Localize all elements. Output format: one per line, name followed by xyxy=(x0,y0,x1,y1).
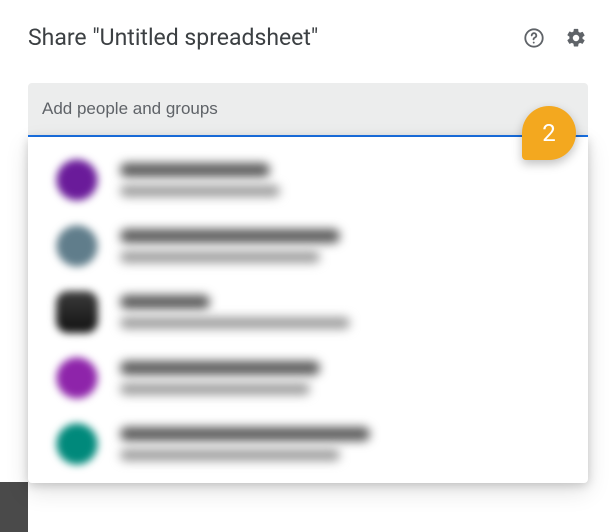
person-email-blur xyxy=(120,383,310,395)
person-text xyxy=(120,295,350,329)
list-item[interactable] xyxy=(28,411,588,477)
list-item[interactable] xyxy=(28,213,588,279)
person-name-blur xyxy=(120,229,340,243)
step-number: 2 xyxy=(542,119,556,147)
person-text xyxy=(120,229,340,263)
person-name-blur xyxy=(120,163,270,177)
avatar xyxy=(56,357,98,399)
person-text xyxy=(120,163,280,197)
help-icon[interactable] xyxy=(522,26,546,50)
person-name-blur xyxy=(120,295,210,309)
add-people-input[interactable] xyxy=(28,83,588,137)
avatar xyxy=(56,423,98,465)
people-input-wrap xyxy=(28,83,588,137)
avatar xyxy=(56,225,98,267)
dialog-header: Share "Untitled spreadsheet" xyxy=(0,0,616,59)
gear-icon[interactable] xyxy=(564,26,588,50)
dialog-title: Share "Untitled spreadsheet" xyxy=(28,24,318,51)
person-email-blur xyxy=(120,251,320,263)
person-email-blur xyxy=(120,449,340,461)
background-strip xyxy=(0,482,28,532)
person-name-blur xyxy=(120,427,370,441)
person-email-blur xyxy=(120,185,280,197)
list-item[interactable] xyxy=(28,147,588,213)
avatar xyxy=(56,291,98,333)
list-item[interactable] xyxy=(28,279,588,345)
people-suggestions xyxy=(28,137,588,483)
person-text xyxy=(120,427,370,461)
step-callout: 2 xyxy=(522,106,576,160)
header-actions xyxy=(522,26,588,50)
person-email-blur xyxy=(120,317,350,329)
person-text xyxy=(120,361,320,395)
avatar xyxy=(56,159,98,201)
person-name-blur xyxy=(120,361,320,375)
list-item[interactable] xyxy=(28,345,588,411)
